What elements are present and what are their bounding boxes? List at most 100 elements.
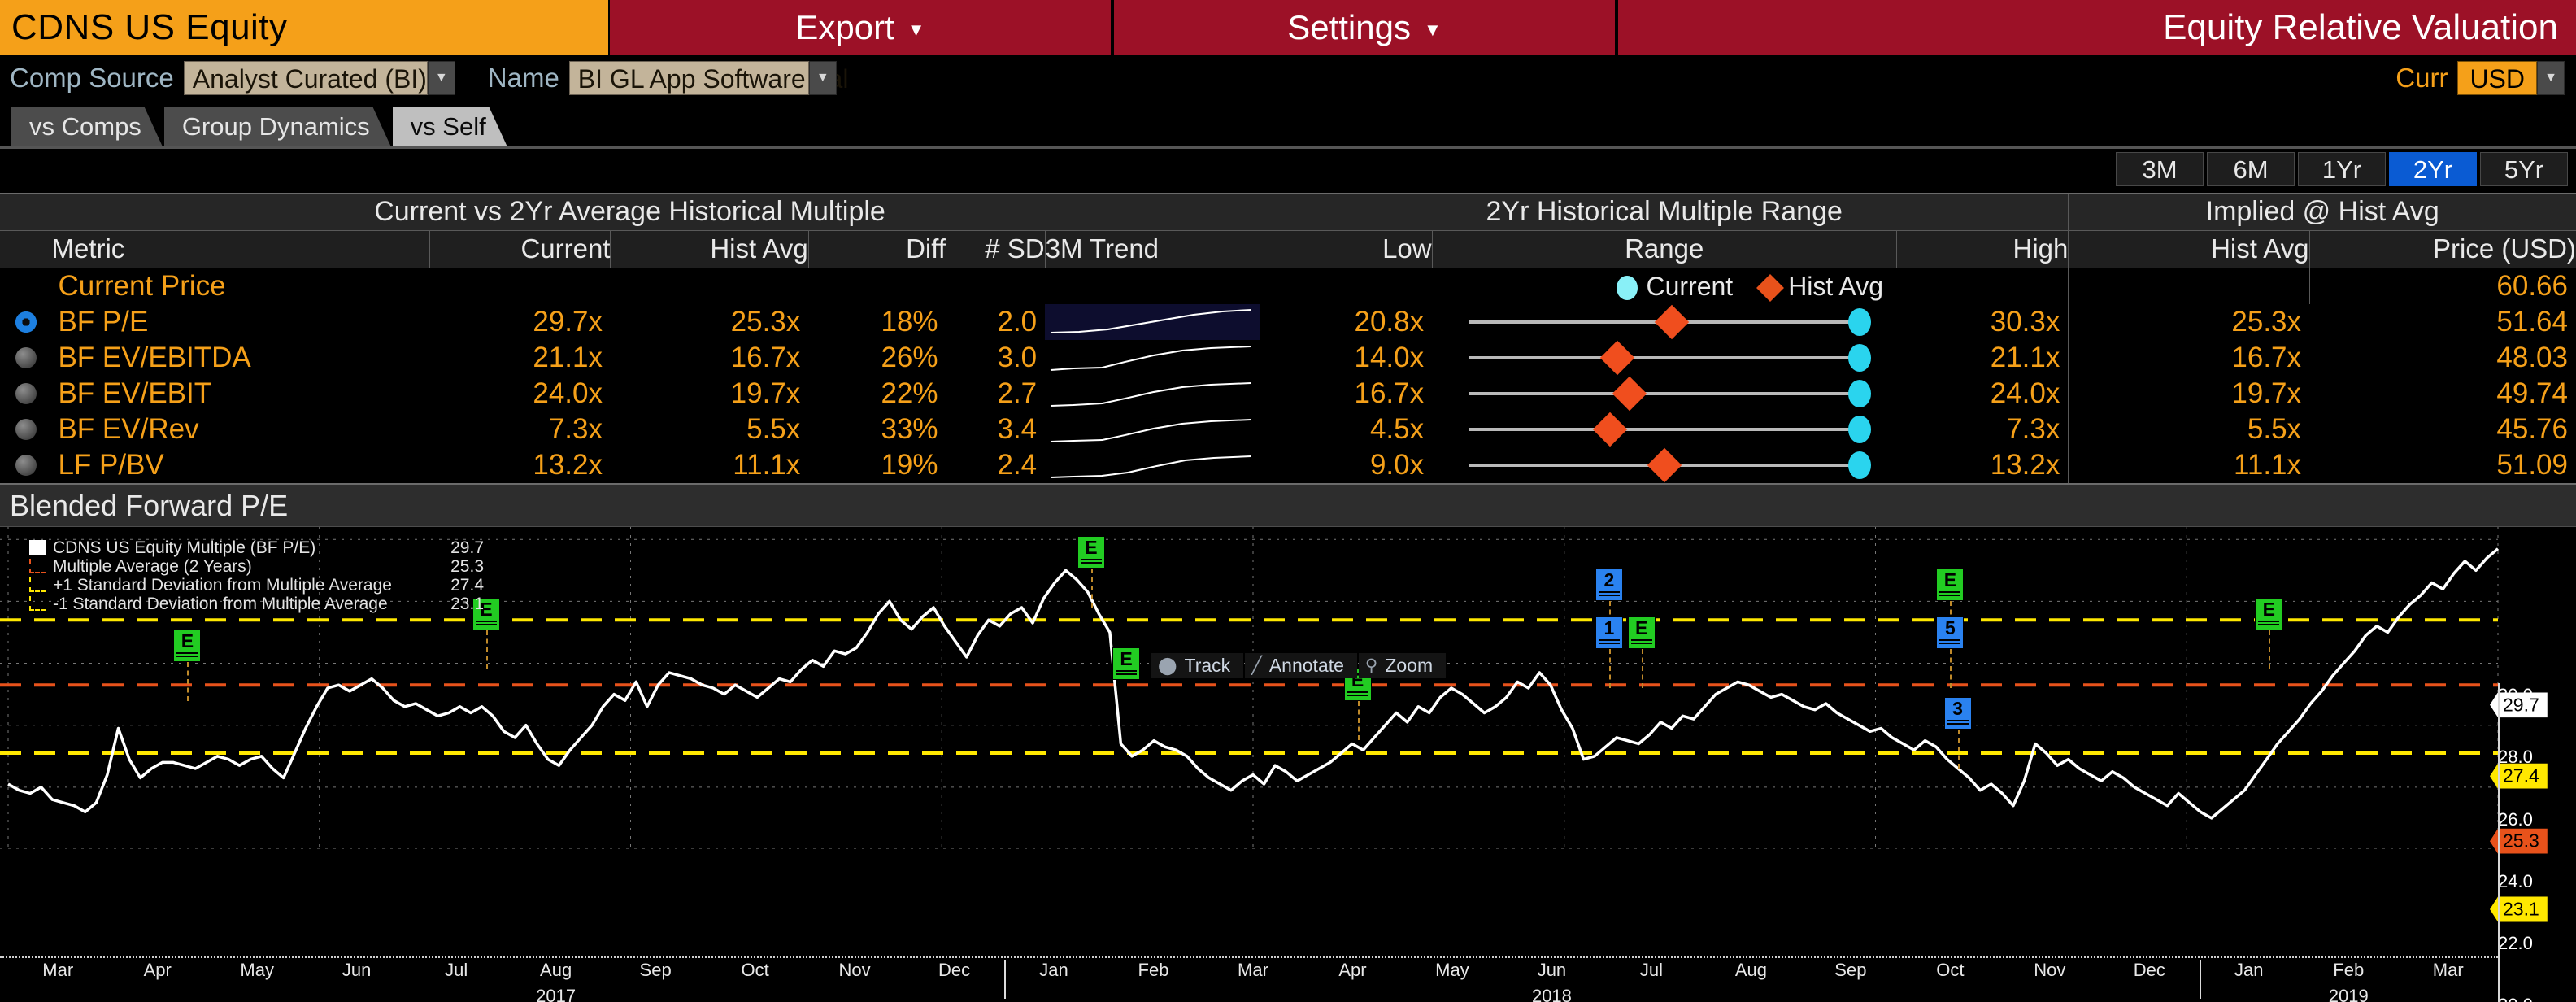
current-marker	[1847, 379, 1871, 407]
table-row[interactable]: BF EV/EBIT 24.0x 19.7x 22% 2.7 16.7x 24.0x 19.7…	[0, 375, 2576, 412]
news-flag-icon[interactable]: 3	[1943, 697, 1972, 730]
comp-source-input[interactable]: Analyst Curated (BI)	[183, 61, 428, 95]
col-diff[interactable]: Diff	[808, 230, 947, 268]
comp-source-dropdown-icon[interactable]: ▼	[427, 61, 455, 95]
table-row[interactable]: LF P/BV 13.2x 11.1x 19% 2.4 9.0x 13.2x 11.1x 51.…	[0, 447, 2576, 483]
col-metric[interactable]: Metric	[51, 230, 431, 268]
current-price-row: Current Price Current Hist Avg 60.66	[0, 268, 2576, 304]
chart-area[interactable]: CDNS US Equity Multiple (BF P/E) 29.7 Mult…	[0, 526, 2576, 849]
x-axis-year-label: 2017	[536, 986, 577, 1002]
metric-range-slider[interactable]	[1432, 304, 1896, 340]
legend-series-value: 25.3	[450, 556, 484, 576]
tab-label: vs Comps	[29, 112, 141, 141]
table-row[interactable]: BF EV/Rev 7.3x 5.5x 33% 3.4 4.5x 7.3x 5.5x 45.76	[0, 411, 2576, 447]
col-implied-price[interactable]: Price (USD)	[2309, 230, 2576, 268]
earnings-flag-icon[interactable]: E	[1627, 616, 1656, 650]
current-marker-icon	[1617, 275, 1638, 300]
metric-implied-hist-avg: 25.3x	[2068, 303, 2310, 340]
y-axis-line	[2498, 683, 2500, 1002]
news-flag-icon[interactable]: 5	[1936, 616, 1965, 650]
x-axis-month-label: May	[1435, 960, 1469, 980]
current-marker	[1847, 451, 1871, 479]
tab-vs-self[interactable]: vs Self	[393, 107, 507, 146]
news-flag-icon[interactable]: 2	[1595, 568, 1623, 601]
current-price-label: Current Price	[58, 269, 226, 302]
period-button-2yr[interactable]: 2Yr	[2389, 152, 2477, 186]
col-high[interactable]: High	[1896, 230, 2069, 268]
metric-range-slider[interactable]	[1432, 447, 1896, 483]
currency-dropdown-icon[interactable]: ▼	[2537, 61, 2565, 95]
name-dropdown-icon[interactable]: ▼	[808, 61, 837, 95]
chart-legend-row: -1 Standard Deviation from Multiple Aver…	[29, 595, 484, 613]
earnings-flag-icon[interactable]: E	[1077, 536, 1105, 569]
col-hist-avg[interactable]: Hist Avg	[610, 230, 809, 268]
comp-source-label: Comp Source	[10, 63, 174, 93]
metric-name: BF EV/EBIT	[58, 377, 212, 409]
hist-avg-marker-icon	[1756, 273, 1785, 302]
metric-radio[interactable]	[0, 304, 51, 340]
metric-high: 21.1x	[1990, 341, 2060, 373]
col-3m-trend[interactable]: 3M Trend	[1045, 230, 1261, 268]
filter-bar: Comp Source Analyst Curated (BI) ▼ Name …	[0, 55, 2576, 101]
metric-radio[interactable]	[0, 412, 51, 447]
earnings-flag-icon[interactable]: E	[173, 630, 202, 663]
metric-hist-avg: 11.1x	[733, 448, 801, 481]
table-row[interactable]: BF P/E 29.7x 25.3x 18% 2.0 20.8x 30.3x 25.3x 51.…	[0, 303, 2576, 340]
currency-input[interactable]: USD	[2457, 61, 2537, 95]
hist-avg-marker	[1592, 412, 1627, 447]
col-low[interactable]: Low	[1260, 230, 1433, 268]
metric-radio[interactable]	[0, 340, 51, 376]
radio-icon[interactable]	[15, 382, 37, 404]
chart-tool-track[interactable]: ⬤ Track	[1151, 652, 1244, 678]
chart-tool-label: Zoom	[1385, 654, 1434, 676]
earnings-flag-icon: E	[1112, 647, 1140, 680]
metric-diff: 22%	[881, 377, 938, 409]
news-flag-icon[interactable]: 1	[1595, 616, 1623, 650]
table-row[interactable]: BF EV/EBITDA 21.1x 16.7x 26% 3.0 14.0x 21.1x 16…	[0, 339, 2576, 376]
col-current[interactable]: Current	[429, 230, 611, 268]
x-axis-month-label: Oct	[741, 960, 769, 980]
x-axis-year-separator	[1003, 960, 1006, 999]
metric-range-slider[interactable]	[1432, 412, 1896, 447]
tab-group-dynamics[interactable]: Group Dynamics	[164, 107, 391, 146]
chart-tool-annotate[interactable]: ╱ Annotate	[1245, 652, 1357, 678]
period-button-1yr[interactable]: 1Yr	[2298, 152, 2386, 186]
marker-dropline	[1357, 700, 1360, 740]
earnings-flag-icon[interactable]: E	[2255, 597, 2283, 630]
name-input[interactable]: BI GL App Software Val	[568, 61, 848, 95]
chart-tool-label: Track	[1184, 654, 1231, 676]
tab-vs-comps[interactable]: vs Comps	[11, 107, 163, 146]
metric-radio[interactable]	[0, 447, 51, 483]
col-num-sd[interactable]: # SD	[946, 230, 1046, 268]
metric-implied-price: 49.74	[2496, 377, 2568, 409]
x-axis-month-label: Nov	[2034, 960, 2066, 980]
x-axis-month-label: Jun	[342, 960, 372, 980]
screen-title: Equity Relative Valuation	[1618, 0, 2576, 55]
col-range[interactable]: Range	[1432, 230, 1897, 268]
metric-diff: 26%	[881, 341, 938, 373]
metric-diff: 33%	[881, 412, 938, 445]
period-button-3m[interactable]: 3M	[2116, 152, 2204, 186]
marker-dropline	[1950, 649, 1952, 689]
earnings-flag-icon[interactable]: E	[1936, 568, 1965, 601]
radio-icon[interactable]	[15, 346, 37, 368]
radio-icon[interactable]	[15, 454, 37, 476]
metric-num-sd: 2.0	[997, 305, 1038, 338]
chart-tool-zoom[interactable]: ⚲ Zoom	[1358, 652, 1447, 678]
ticker-field[interactable]: CDNS US Equity	[0, 0, 610, 55]
metric-range-slider[interactable]	[1432, 340, 1896, 376]
metric-high: 30.3x	[1990, 305, 2060, 338]
settings-menu-button[interactable]: Settings ▼	[1114, 0, 1618, 55]
metric-radio[interactable]	[0, 376, 51, 412]
metric-low: 16.7x	[1354, 377, 1425, 409]
col-implied-hist-avg[interactable]: Hist Avg	[2068, 230, 2310, 268]
radio-icon[interactable]	[15, 418, 37, 440]
period-button-5yr[interactable]: 5Yr	[2480, 152, 2568, 186]
period-button-6m[interactable]: 6M	[2207, 152, 2295, 186]
radio-icon[interactable]	[15, 311, 37, 333]
metric-hist-avg: 16.7x	[730, 341, 801, 373]
metric-diff: 18%	[881, 305, 938, 338]
chart-legend: CDNS US Equity Multiple (BF P/E) 29.7 Mult…	[29, 538, 484, 613]
metric-range-slider[interactable]	[1432, 376, 1896, 412]
export-menu-button[interactable]: Export ▼	[610, 0, 1114, 55]
